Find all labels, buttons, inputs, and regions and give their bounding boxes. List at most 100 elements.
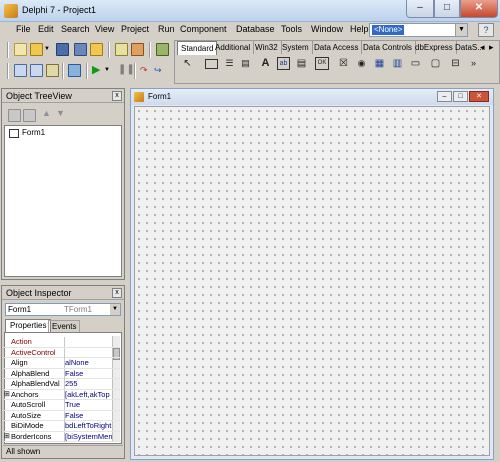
frame-icon[interactable]	[205, 59, 218, 69]
trace-into-icon[interactable]: ↷	[140, 64, 153, 77]
window-title: Delphi 7 - Project1	[22, 5, 97, 15]
menu-search[interactable]: Search	[61, 24, 90, 34]
menu-window[interactable]: Window	[311, 24, 343, 34]
form1-window[interactable]: Form1 – □ ✕	[130, 88, 494, 460]
popupmenu-icon[interactable]: ▤	[239, 57, 252, 70]
tab-events[interactable]: Events	[48, 320, 81, 332]
help-icon[interactable]: ?	[478, 23, 494, 37]
property-row[interactable]: ActiveControl	[4, 347, 120, 358]
object-inspector-close-icon[interactable]: x	[112, 288, 122, 298]
chevron-down-icon[interactable]: ▼	[455, 24, 467, 36]
label-icon[interactable]: A	[259, 57, 272, 70]
toolbar-separator	[108, 42, 110, 58]
toggle-form-unit-icon[interactable]	[46, 64, 59, 77]
new-items-icon[interactable]	[14, 43, 27, 56]
mainmenu-icon[interactable]: ☰	[223, 57, 236, 70]
memo-icon[interactable]: ▤	[295, 57, 308, 70]
tree-node-form1[interactable]: Form1	[22, 128, 45, 137]
property-value[interactable]: [biSystemMen	[65, 432, 112, 443]
view-unit-icon[interactable]	[14, 64, 27, 77]
menu-edit[interactable]: Edit	[38, 24, 54, 34]
new-item-icon[interactable]	[8, 109, 21, 122]
remove-file-icon[interactable]	[131, 43, 144, 56]
tab-properties[interactable]: Properties	[5, 319, 52, 332]
property-row[interactable]: ⊞ BorderIcons [biSystemMen	[4, 431, 120, 443]
more-icon[interactable]: »	[467, 57, 480, 70]
checkbox-icon[interactable]: ☒	[337, 57, 350, 70]
expand-icon[interactable]: ⊞	[4, 432, 10, 443]
delete-item-icon[interactable]	[23, 109, 36, 122]
save-all-icon[interactable]	[74, 43, 87, 56]
menu-tools[interactable]: Tools	[281, 24, 302, 34]
groupbox-icon[interactable]: ▢	[429, 57, 442, 70]
form1-title-bar[interactable]: Form1 – □ ✕	[131, 89, 493, 105]
scrollbar-icon[interactable]: ▭	[409, 57, 422, 70]
form1-design-surface[interactable]	[134, 106, 490, 456]
tab-win32[interactable]: Win32	[252, 41, 282, 54]
view-form-icon[interactable]	[30, 64, 43, 77]
property-row[interactable]: Action	[4, 337, 120, 348]
tab-scroll-left-icon[interactable]: ◂	[480, 42, 485, 53]
property-value[interactable]: bdLeftToRight	[65, 421, 112, 432]
property-row[interactable]: AutoScroll True	[4, 400, 120, 411]
tab-dbexpress[interactable]: dbExpress	[412, 41, 457, 54]
property-value[interactable]: alNone	[65, 358, 112, 369]
button-icon[interactable]: OK	[315, 57, 329, 70]
menu-run[interactable]: Run	[158, 24, 175, 34]
object-selector[interactable]: Form1 TForm1 ▼	[5, 303, 121, 316]
pointer-icon[interactable]: ↖	[181, 57, 194, 70]
pause-icon[interactable]: ❚❚	[118, 64, 135, 77]
maximize-button[interactable]: □	[434, 0, 460, 18]
property-row[interactable]: BiDiMode bdLeftToRight	[4, 421, 120, 432]
edit-icon[interactable]: ab	[277, 57, 290, 70]
menu-project[interactable]: Project	[121, 24, 149, 34]
property-value[interactable]: [akLeft,akTop	[65, 390, 112, 401]
tab-additional[interactable]: Additional	[212, 41, 255, 54]
tree-view[interactable]: Form1	[4, 125, 122, 277]
tab-data-controls[interactable]: Data Controls	[360, 41, 416, 54]
property-row[interactable]: ⊞ Anchors [akLeft,akTop	[4, 389, 120, 401]
property-row[interactable]: Align alNone	[4, 358, 120, 369]
property-value[interactable]: True	[65, 400, 112, 411]
tab-scroll-right-icon[interactable]: ▸	[489, 42, 494, 53]
menu-help[interactable]: Help	[350, 24, 369, 34]
open-project-icon[interactable]	[90, 43, 103, 56]
menu-component[interactable]: Component	[180, 24, 227, 34]
help-contents-icon[interactable]	[156, 43, 169, 56]
radiogroup-icon[interactable]: ⊟	[449, 57, 462, 70]
menu-file[interactable]: File	[16, 24, 31, 34]
minimize-button[interactable]: –	[406, 0, 434, 18]
new-form-icon[interactable]	[68, 64, 81, 77]
property-value[interactable]: 255	[65, 379, 112, 390]
add-file-icon[interactable]	[115, 43, 128, 56]
menu-database[interactable]: Database	[236, 24, 275, 34]
property-value[interactable]: False	[65, 369, 112, 380]
chevron-down-icon[interactable]: ▼	[44, 43, 52, 56]
standard-toolbar: ▼	[4, 40, 170, 60]
main-title-bar[interactable]: Delphi 7 - Project1 – □ ✕	[0, 0, 500, 22]
tab-data-access[interactable]: Data Access	[311, 41, 363, 54]
chevron-down-icon[interactable]: ▼	[110, 304, 120, 315]
close-button[interactable]: ✕	[460, 0, 498, 18]
open-folder-icon[interactable]	[30, 43, 43, 56]
property-row[interactable]: AutoSize False	[4, 410, 120, 422]
tab-system[interactable]: System	[279, 41, 313, 54]
property-row[interactable]: AlphaBlendVal 255	[4, 379, 120, 390]
move-down-icon[interactable]: ▼	[56, 108, 69, 121]
menu-view[interactable]: View	[95, 24, 114, 34]
desktop-layout-combo[interactable]: <None> ▼	[369, 23, 468, 37]
radiobutton-icon[interactable]: ◉	[355, 57, 368, 70]
chevron-down-icon[interactable]: ▼	[104, 64, 112, 77]
form-maximize-button[interactable]: □	[453, 91, 468, 102]
property-row[interactable]: AlphaBlend False	[4, 368, 120, 380]
listbox-icon[interactable]: ▦	[373, 57, 386, 70]
move-up-icon[interactable]: ▲	[42, 108, 55, 121]
combobox-icon[interactable]: ▥	[391, 57, 404, 70]
form-close-button[interactable]: ✕	[469, 91, 489, 102]
expand-icon[interactable]: ⊞	[4, 390, 10, 401]
object-treeview-close-icon[interactable]: x	[112, 91, 122, 101]
save-icon[interactable]	[56, 43, 69, 56]
form-minimize-button[interactable]: –	[437, 91, 452, 102]
property-value[interactable]: False	[65, 411, 112, 422]
step-over-icon[interactable]: ↪	[154, 64, 167, 77]
